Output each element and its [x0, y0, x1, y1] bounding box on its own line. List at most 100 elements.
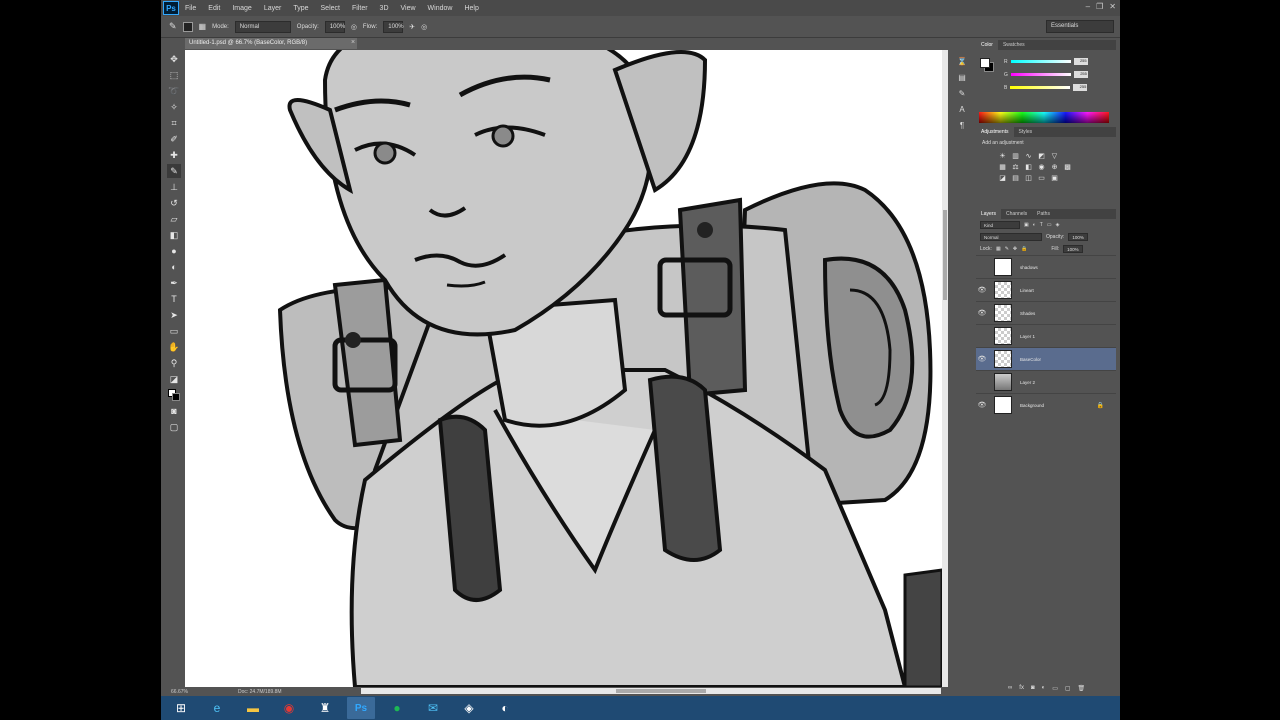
horizontal-scroll-thumb[interactable]: [616, 689, 706, 693]
red-slider[interactable]: [1010, 60, 1071, 63]
history-panel-icon[interactable]: ⌛: [957, 56, 967, 66]
lock-transparent-icon[interactable]: ▦: [996, 246, 1001, 252]
visibility-eye-icon[interactable]: 👁: [976, 378, 988, 386]
posterize-icon[interactable]: ▤: [1011, 173, 1020, 182]
menu-select[interactable]: Select: [315, 5, 346, 12]
photoshop-taskbar-icon[interactable]: Ps: [347, 697, 375, 719]
eraser-tool-icon[interactable]: ▱: [167, 212, 181, 226]
visibility-eye-icon[interactable]: 👁: [976, 401, 988, 409]
visibility-eye-icon[interactable]: 👁: [976, 286, 988, 294]
brightness-contrast-icon[interactable]: ☀: [998, 151, 1007, 160]
gradient-map-icon[interactable]: ▭: [1037, 173, 1046, 182]
layer-name[interactable]: Background: [1020, 403, 1044, 408]
paragraph-panel-icon[interactable]: ¶: [957, 120, 967, 130]
menu-file[interactable]: File: [179, 5, 202, 12]
add-mask-icon[interactable]: ◙: [1031, 685, 1035, 692]
hue-saturation-icon[interactable]: ▦: [998, 162, 1007, 171]
layer-name[interactable]: Shades: [1020, 311, 1035, 316]
layer-opacity-input[interactable]: 100%: [1068, 233, 1088, 241]
tab-swatches[interactable]: Swatches: [998, 40, 1030, 50]
tab-adjustments[interactable]: Adjustments: [976, 127, 1014, 137]
dodge-tool-icon[interactable]: ◐: [167, 260, 181, 274]
internet-explorer-icon[interactable]: e: [203, 697, 231, 719]
path-select-tool-icon[interactable]: ➤: [167, 308, 181, 322]
layer-row[interactable]: 👁 Layer 1: [976, 324, 1116, 347]
file-explorer-icon[interactable]: ▬: [239, 697, 267, 719]
blue-value[interactable]: 255: [1073, 84, 1088, 91]
green-value[interactable]: 255: [1073, 71, 1088, 78]
quick-select-tool-icon[interactable]: ✧: [167, 100, 181, 114]
black-white-icon[interactable]: ◧: [1024, 162, 1033, 171]
filter-shape-icon[interactable]: ▭: [1047, 222, 1052, 228]
vertical-scrollbar[interactable]: [942, 50, 948, 687]
spotify-icon[interactable]: ●: [383, 697, 411, 719]
filter-adjustment-icon[interactable]: ◐: [1033, 222, 1036, 228]
layer-row[interactable]: 👁 Lineart: [976, 278, 1116, 301]
exposure-icon[interactable]: ◩: [1037, 151, 1046, 160]
type-tool-icon[interactable]: T: [167, 292, 181, 306]
close-document-icon[interactable]: ×: [351, 39, 355, 46]
layer-style-icon[interactable]: fx: [1019, 685, 1024, 692]
brush-presets-panel-icon[interactable]: ✎: [957, 88, 967, 98]
screen-mode-icon[interactable]: ▢: [167, 420, 181, 434]
minimize-icon[interactable]: –: [1086, 2, 1090, 11]
pen-tool-icon[interactable]: ✒: [167, 276, 181, 290]
blur-tool-icon[interactable]: ●: [167, 244, 181, 258]
color-lookup-icon[interactable]: ▩: [1063, 162, 1072, 171]
lock-image-icon[interactable]: ✎: [1005, 246, 1009, 252]
menu-3d[interactable]: 3D: [374, 5, 395, 12]
layer-row[interactable]: 👁 Background 🔒: [976, 393, 1116, 416]
fill-input[interactable]: 100%: [1063, 245, 1083, 253]
layer-name[interactable]: Lineart: [1020, 288, 1034, 293]
menu-image[interactable]: Image: [226, 5, 257, 12]
levels-icon[interactable]: ▥: [1011, 151, 1020, 160]
misc-app-icon[interactable]: ◐: [491, 697, 519, 719]
layer-row[interactable]: 👁 Shades: [976, 301, 1116, 324]
threshold-icon[interactable]: ◫: [1024, 173, 1033, 182]
horizontal-scrollbar[interactable]: [361, 688, 941, 694]
blue-slider[interactable]: [1010, 86, 1071, 89]
visibility-eye-icon[interactable]: 👁: [976, 263, 988, 271]
marquee-tool-icon[interactable]: ⬚: [167, 68, 181, 82]
layer-row[interactable]: 👁 shadows: [976, 255, 1116, 278]
filter-pixel-icon[interactable]: ▣: [1024, 222, 1029, 228]
lock-all-icon[interactable]: 🔒: [1021, 246, 1027, 252]
opacity-input[interactable]: 100%: [324, 20, 345, 33]
stamp-tool-icon[interactable]: ⊥: [167, 180, 181, 194]
quick-mask-icon[interactable]: ◙: [167, 404, 181, 418]
media-icon[interactable]: ◈: [455, 697, 483, 719]
blend-mode-select[interactable]: Normal: [980, 233, 1042, 241]
color-balance-icon[interactable]: ⚖: [1011, 162, 1020, 171]
tab-paths[interactable]: Paths: [1032, 209, 1055, 219]
brush-tool-icon[interactable]: ✎: [167, 164, 181, 178]
brush-panel-icon[interactable]: ▦: [199, 22, 207, 31]
hand-tool-icon[interactable]: ✋: [167, 340, 181, 354]
mail-icon[interactable]: ✉: [419, 697, 447, 719]
visibility-eye-icon[interactable]: 👁: [976, 355, 988, 363]
layer-name[interactable]: shadows: [1020, 265, 1038, 270]
tab-layers[interactable]: Layers: [976, 209, 1002, 219]
menu-window[interactable]: Window: [422, 5, 459, 12]
default-colors-icon[interactable]: ◪: [167, 372, 181, 386]
doc-info[interactable]: Doc: 24.7M/189.8M: [238, 689, 282, 695]
link-layers-icon[interactable]: ∞: [1008, 685, 1012, 692]
layer-name[interactable]: Layer 2: [1020, 380, 1035, 385]
move-tool-icon[interactable]: ✥: [167, 52, 181, 66]
menu-help[interactable]: Help: [458, 5, 484, 12]
new-group-icon[interactable]: ▭: [1052, 685, 1058, 692]
properties-panel-icon[interactable]: ▤: [957, 72, 967, 82]
foreground-color-swatch[interactable]: [980, 58, 990, 68]
delete-layer-icon[interactable]: 🗑: [1078, 685, 1086, 692]
healing-tool-icon[interactable]: ✚: [167, 148, 181, 162]
chrome-icon[interactable]: ◉: [275, 697, 303, 719]
filter-type-icon[interactable]: T: [1040, 222, 1043, 228]
lock-position-icon[interactable]: ✥: [1013, 246, 1017, 252]
start-button-icon[interactable]: ⊞: [167, 697, 195, 719]
visibility-eye-icon[interactable]: 👁: [976, 332, 988, 340]
color-spectrum[interactable]: [979, 112, 1109, 123]
zoom-tool-icon[interactable]: ⚲: [167, 356, 181, 370]
layer-kind-filter[interactable]: Kind: [980, 221, 1020, 229]
vertical-scroll-thumb[interactable]: [943, 210, 947, 300]
curves-icon[interactable]: ∿: [1024, 151, 1033, 160]
shape-tool-icon[interactable]: ▭: [167, 324, 181, 338]
